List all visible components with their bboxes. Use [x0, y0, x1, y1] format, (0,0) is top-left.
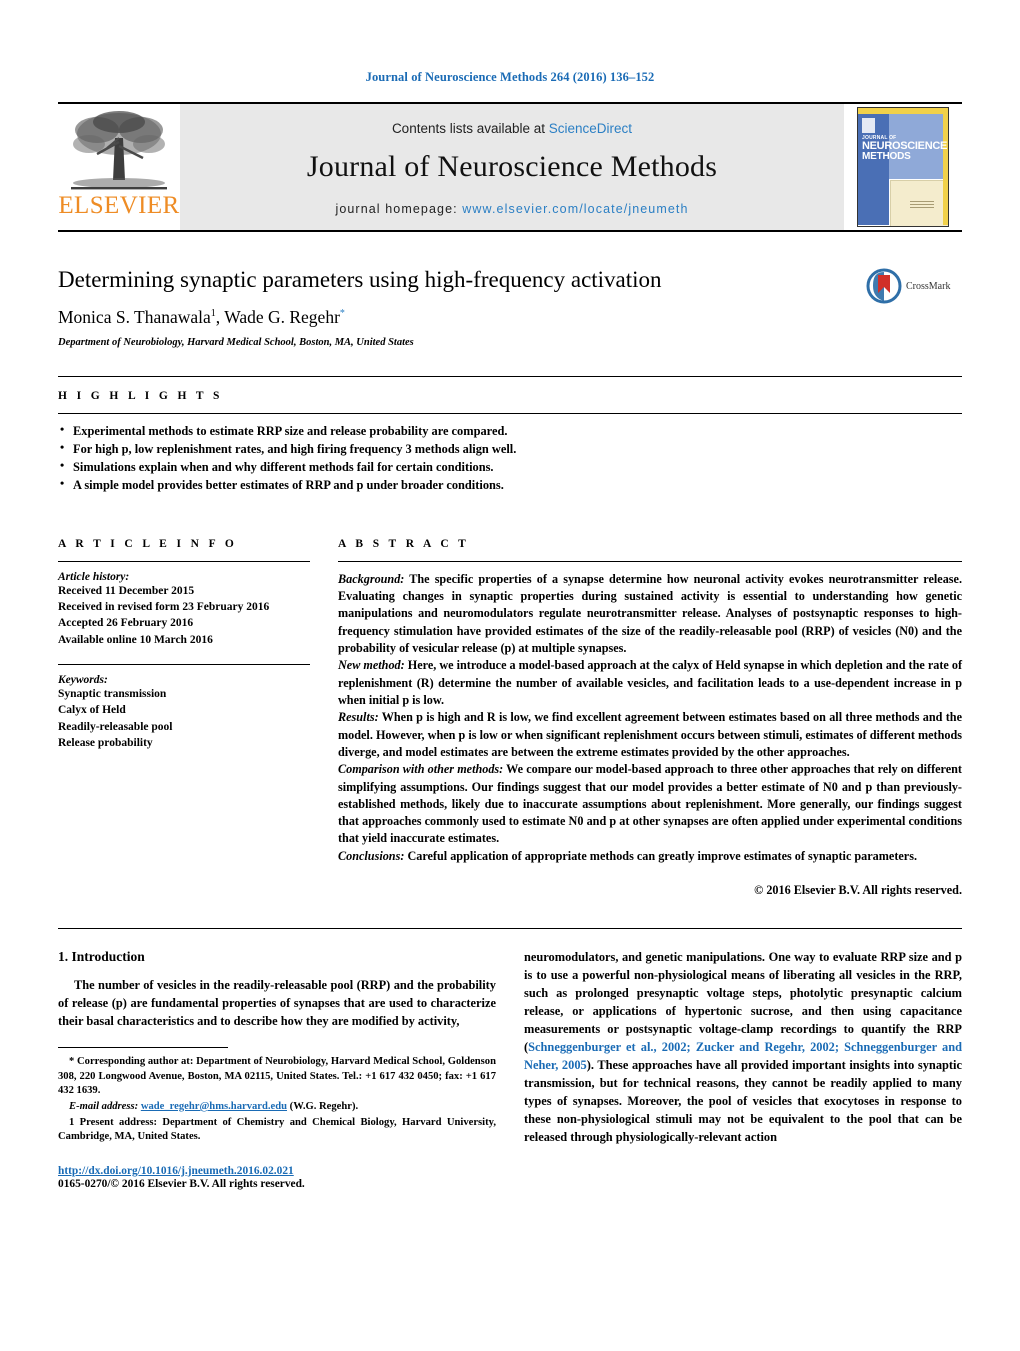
elsevier-wordmark: ELSEVIER: [58, 192, 180, 219]
article-history-label: Article history:: [58, 570, 130, 583]
list-item: Experimental methods to estimate RRP siz…: [58, 421, 962, 440]
page-title: Determining synaptic parameters using hi…: [58, 267, 662, 292]
abstract-label: Conclusions:: [338, 848, 405, 863]
abstract-paragraph: Results: When p is high and R is low, we…: [338, 709, 962, 761]
crossmark-label: CrossMark: [906, 280, 951, 292]
doi-link[interactable]: http://dx.doi.org/10.1016/j.jneumeth.201…: [58, 1165, 496, 1177]
cover-top-bar: [858, 108, 948, 114]
body-left-column: 1. Introduction The number of vesicles i…: [58, 949, 496, 1190]
list-item: For high p, low replenishment rates, and…: [58, 439, 962, 458]
crossmark-badge[interactable]: CrossMark: [866, 268, 962, 304]
keywords-group: Keywords: Synaptic transmission Calyx of…: [58, 674, 310, 751]
abstract-text: Careful application of appropriate metho…: [404, 848, 918, 863]
abstract-paragraph: Comparison with other methods: We compar…: [338, 761, 962, 848]
abstract-label: New method:: [338, 658, 405, 673]
email-link[interactable]: wade_regehr@hms.harvard.edu: [141, 1101, 287, 1112]
journal-homepage-line: journal homepage: www.elsevier.com/locat…: [335, 202, 688, 216]
history-line: Received 11 December 2015: [58, 584, 195, 597]
masthead-center: Contents lists available at ScienceDirec…: [180, 104, 844, 230]
keyword-item: Readily-releasable pool: [58, 720, 173, 733]
homepage-prefix: journal homepage:: [335, 201, 463, 216]
abstract-heading: A B S T R A C T: [338, 537, 470, 550]
abstract-copyright: © 2016 Elsevier B.V. All rights reserved…: [754, 883, 962, 898]
abstract-label: Results:: [338, 710, 379, 725]
keyword-item: Synaptic transmission: [58, 687, 167, 700]
journal-masthead: ELSEVIER Contents lists available at Sci…: [58, 102, 962, 232]
author-list: Monica S. Thanawala1, Wade G. Regehr*: [58, 307, 854, 328]
highlights-rule: [58, 413, 962, 415]
crossmark-icon: [866, 268, 902, 304]
body-top-rule: [58, 928, 962, 930]
list-item: A simple model provides better estimates…: [58, 475, 962, 494]
highlights-heading: H I G H L I G H T S: [58, 390, 223, 403]
contents-lists-line: Contents lists available at ScienceDirec…: [392, 121, 632, 136]
history-line: Available online 10 March 2016: [58, 633, 213, 646]
abstract-column: A B S T R A C T Background: The specific…: [338, 525, 962, 899]
intro-paragraph-right: neuromodulators, and genetic manipulatio…: [524, 949, 962, 1147]
cover-line-3: METHODS: [862, 151, 911, 163]
title-block: Determining synaptic parameters using hi…: [58, 266, 962, 348]
imprint-block: http://dx.doi.org/10.1016/j.jneumeth.201…: [58, 1165, 496, 1190]
intro-right-pre: neuromodulators, and genetic manipulatio…: [524, 950, 962, 1055]
article-info-heading: A R T I C L E I N F O: [58, 537, 238, 550]
issn-copyright: 0165-0270/© 2016 Elsevier B.V. All right…: [58, 1177, 305, 1190]
keywords-label: Keywords:: [58, 673, 108, 686]
abstract-paragraph: Conclusions: Careful application of appr…: [338, 848, 962, 865]
footnote-rule: [58, 1047, 228, 1049]
list-item: Simulations explain when and why differe…: [58, 457, 962, 476]
history-line: Received in revised form 23 February 201…: [58, 600, 270, 613]
abstract-paragraph: New method: Here, we introduce a model-b…: [338, 657, 962, 709]
contents-prefix: Contents lists available at: [391, 120, 549, 136]
abstract-label: Comparison with other methods:: [338, 762, 504, 777]
author-1: Monica S. Thanawala: [58, 307, 211, 328]
running-head: Journal of Neuroscience Methods 264 (201…: [365, 70, 655, 84]
keyword-item: Calyx of Held: [58, 704, 126, 717]
abstract-label: Background:: [338, 571, 405, 586]
footnote-email: E-mail address: wade_regehr@hms.harvard.…: [58, 1100, 496, 1115]
cover-elsevier-mark-icon: [862, 118, 875, 133]
abstract-text: When p is high and R is low, we find exc…: [338, 710, 962, 759]
elsevier-logo: ELSEVIER: [58, 104, 180, 230]
abstract-paragraph: Background: The specific properties of a…: [338, 571, 962, 658]
intro-right-post: ). These approaches have all provided im…: [524, 1058, 962, 1144]
footnote-present-address: 1 Present address: Department of Chemist…: [58, 1116, 496, 1143]
cover-image: JOURNAL OF NEUROSCIENCE METHODS: [857, 107, 949, 227]
cover-title-text: JOURNAL OF NEUROSCIENCE METHODS: [862, 135, 948, 163]
history-line: Accepted 26 February 2016: [58, 617, 194, 630]
highlights-top-rule: [58, 376, 962, 378]
email-suffix: (W.G. Regehr).: [287, 1100, 359, 1112]
abstract-text: Here, we introduce a model-based approac…: [338, 658, 963, 707]
elsevier-tree-icon: [71, 111, 167, 190]
journal-homepage-link[interactable]: www.elsevier.com/locate/jneumeth: [462, 202, 688, 216]
body-columns: 1. Introduction The number of vesicles i…: [58, 949, 962, 1190]
corresponding-author-marker[interactable]: *: [340, 308, 345, 319]
title-main: Determining synaptic parameters using hi…: [58, 266, 866, 348]
affiliation: Department of Neurobiology, Harvard Medi…: [58, 337, 414, 349]
abstract-text: The specific properties of a synapse det…: [338, 571, 962, 655]
footnotes: * Corresponding author at: Department of…: [58, 1055, 496, 1145]
cover-placeholder-lines: [910, 201, 935, 210]
keywords-rule: [58, 663, 310, 665]
keyword-item: Release probability: [58, 736, 153, 749]
email-label: E-mail address:: [69, 1100, 139, 1112]
article-page: Journal of Neuroscience Methods 264 (201…: [0, 0, 1020, 1351]
article-info-column: A R T I C L E I N F O Article history: R…: [58, 525, 310, 899]
article-history-group: Article history: Received 11 December 20…: [58, 571, 310, 648]
intro-paragraph-left: The number of vesicles in the readily-re…: [58, 978, 496, 1029]
journal-title: Journal of Neuroscience Methods: [306, 149, 718, 183]
info-abstract-section: A R T I C L E I N F O Article history: R…: [58, 525, 962, 899]
journal-cover-thumbnail: JOURNAL OF NEUROSCIENCE METHODS: [844, 104, 962, 230]
cover-right-bar: [943, 114, 948, 225]
footnote-corresponding-author: * Corresponding author at: Department of…: [58, 1056, 496, 1097]
article-info-rule: [58, 560, 310, 562]
author-2: , Wade G. Regehr: [215, 307, 340, 328]
sciencedirect-link[interactable]: ScienceDirect: [549, 121, 632, 136]
highlights-list: Experimental methods to estimate RRP siz…: [58, 421, 962, 494]
abstract-rule: [338, 560, 962, 562]
body-right-column: neuromodulators, and genetic manipulatio…: [524, 949, 962, 1190]
section-heading-introduction: 1. Introduction: [58, 949, 145, 965]
